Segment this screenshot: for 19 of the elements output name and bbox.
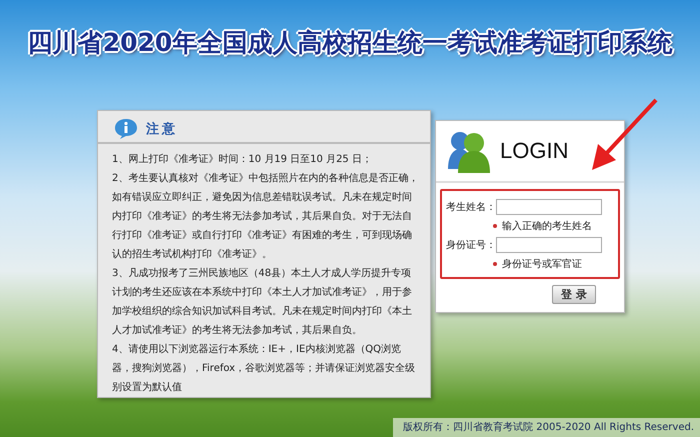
login-title: LOGIN (500, 138, 568, 164)
field-hint: 输入正确的考生姓名 (502, 220, 592, 233)
users-icon (446, 129, 492, 173)
info-icon (114, 118, 138, 140)
copyright-text: 版权所有：四川省教育考试院 2005-2020 All Rights Reserved. (393, 418, 700, 437)
required-dot-icon (493, 224, 497, 228)
required-dot-icon (493, 262, 497, 266)
notice-paragraph: 3、凡成功报考了三州民族地区（48县）本土人才成人学历提升专项计划的考生还应该在本系统中打印《本土人才加试准考证》，用于参加学校组织的综合知识加试科目考试。凡未在规定时间内打印《本土人才加试准考证》的考生将无法参加考试，其后果自负。 (112, 266, 413, 338)
field-label: 考生姓名： (446, 200, 496, 214)
notice-paragraph: 2、考生要认真核对《准考证》中包括照片在内的各种信息是否正确，如有错误应立即纠正，避免因为信息差错耽误考试。凡未在规定时间内打印《准考证》的考生将无法参加考试，其后果自负。对于无法自行打印《准考证》或自行打印《准考证》有困难的考生，可到现场确认的招生考试机构打印《准考证》。 (112, 172, 420, 262)
notice-paragraph: 4、请使用以下浏览器运行本系统：IE+，IE内核浏览器（QQ浏览器，搜狗浏览器），Firefox，谷歌浏览器等；并请保证浏览器安全级别设置为默认值 (112, 342, 416, 395)
notice-title: 注意 (146, 120, 178, 138)
field-label: 身份证号： (446, 239, 496, 252)
field-hint: 身份证号或军官证 (502, 258, 582, 271)
login-button[interactable]: 登 录 (552, 285, 596, 304)
notice-paragraph: 1、网上打印《准考证》时间：10 月19 日至10 月25 日； (112, 152, 373, 167)
input-field[interactable] (496, 237, 602, 253)
page-title: 四川省2020年全国成人高校招生统一考试准考证打印系统 (28, 27, 672, 59)
input-field[interactable] (496, 199, 602, 215)
